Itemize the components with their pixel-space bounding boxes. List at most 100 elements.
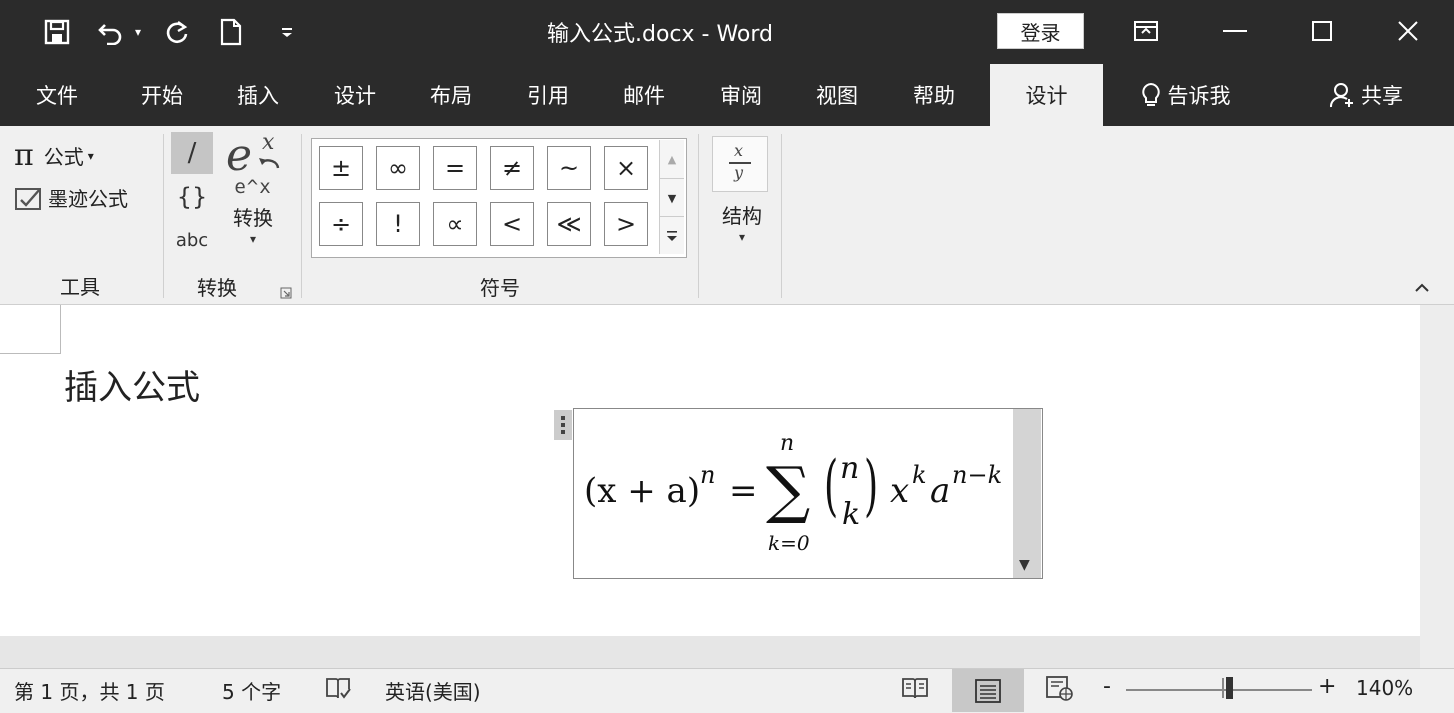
share-button[interactable]: 共享	[1318, 64, 1414, 126]
linear-format-button[interactable]: {}	[171, 178, 213, 216]
convert-equation-icon: e x	[226, 130, 284, 180]
convert-button[interactable]: e x e^x 转换 ▾	[222, 130, 284, 260]
binomial-left-paren: (	[824, 447, 839, 524]
zoom-slider-thumb[interactable]	[1226, 677, 1233, 699]
group-divider	[163, 134, 164, 298]
group-divider	[781, 134, 782, 298]
equation-a: a	[930, 471, 951, 511]
print-layout-button[interactable]	[952, 669, 1024, 712]
title-bar: ▾ 输入公式.docx - Word 登录	[0, 0, 1454, 64]
binomial-bottom: k	[842, 497, 861, 532]
tab-equation-design[interactable]: 设计	[990, 64, 1103, 126]
web-layout-icon[interactable]	[1044, 674, 1074, 702]
symbol-proportional[interactable]: ∝	[433, 202, 477, 246]
login-button[interactable]: 登录	[997, 13, 1084, 49]
tab-review[interactable]: 审阅	[696, 64, 786, 126]
chevron-down-icon: ▾	[87, 148, 94, 163]
read-mode-icon[interactable]	[900, 674, 930, 702]
symbol-divide[interactable]: ÷	[319, 202, 363, 246]
symbol-much-less-than[interactable]: ≪	[547, 202, 591, 246]
language-indicator[interactable]: 英语(美国)	[385, 676, 481, 705]
convert-label: 转换	[233, 206, 273, 230]
ink-equation-button[interactable]: 墨迹公式	[14, 183, 128, 212]
equation-handle[interactable]	[554, 410, 572, 440]
equation-lhs-base: (x + a)	[584, 471, 701, 511]
symbol-equals[interactable]: =	[433, 146, 477, 190]
equation-options-dropdown-icon[interactable]: ▼	[1019, 557, 1030, 573]
tab-mailings[interactable]: 邮件	[599, 64, 689, 126]
scroll-up-icon[interactable]: ▲	[660, 140, 684, 178]
close-icon[interactable]	[1378, 6, 1438, 56]
tab-view[interactable]: 视图	[792, 64, 882, 126]
equation-label: 公式	[43, 145, 84, 169]
zoom-out-button[interactable]: -	[1103, 674, 1111, 699]
symbol-factorial[interactable]: !	[376, 202, 420, 246]
tab-references[interactable]: 引用	[503, 64, 593, 126]
tab-insert[interactable]: 插入	[213, 64, 303, 126]
page-gap	[0, 636, 1420, 668]
zoom-level[interactable]: 140%	[1356, 676, 1413, 700]
ribbon-display-options-icon[interactable]	[1116, 6, 1176, 56]
equation-container[interactable]: ▼ (x + a) n = n ∑ k=0 ( n k ) x k a n−k	[573, 408, 1043, 579]
tab-file[interactable]: 文件	[12, 64, 102, 126]
binomial-right-paren: )	[864, 447, 879, 524]
equation-a-exponent: n−k	[952, 461, 1003, 489]
tell-me-label: 告诉我	[1167, 84, 1231, 108]
vertical-scrollbar[interactable]	[1420, 305, 1454, 668]
window-title: 输入公式.docx - Word	[546, 22, 773, 47]
tell-me-search[interactable]: 告诉我	[1125, 64, 1245, 126]
equation-equals: =	[729, 471, 758, 511]
undo-dropdown-icon[interactable]: ▾	[128, 14, 148, 50]
professional-format-button[interactable]: /	[171, 132, 213, 174]
save-icon[interactable]	[40, 14, 74, 50]
dialog-launcher-icon[interactable]	[280, 284, 292, 299]
word-count[interactable]: 5 个字	[222, 676, 281, 705]
structures-button[interactable]: x y 结构 ▾	[706, 132, 782, 262]
chevron-down-icon: ▾	[249, 232, 257, 246]
symbols-group-label: 符号	[480, 276, 520, 300]
zoom-in-button[interactable]: +	[1318, 674, 1336, 699]
sum-lower-limit: k=0	[768, 531, 810, 555]
equation-x: x	[890, 471, 910, 511]
document-heading[interactable]: 插入公式	[64, 360, 200, 409]
symbol-greater-than[interactable]: >	[604, 202, 648, 246]
share-label: 共享	[1361, 84, 1403, 108]
new-document-icon[interactable]	[214, 14, 248, 50]
margin-corner-mark	[0, 305, 61, 354]
page-count[interactable]: 第 1 页，共 1 页	[14, 676, 165, 705]
maximize-icon[interactable]	[1292, 6, 1352, 56]
symbol-tilde[interactable]: ~	[547, 146, 591, 190]
pi-icon: π	[14, 138, 34, 173]
gallery-scrollbar[interactable]: ▲ ▼	[659, 140, 684, 254]
gallery-more-icon[interactable]	[660, 216, 684, 255]
fraction-icon: x y	[712, 136, 768, 192]
undo-icon[interactable]	[95, 14, 129, 50]
redo-icon[interactable]	[160, 14, 194, 50]
symbol-plus-minus[interactable]: ±	[319, 146, 363, 190]
symbol-less-than[interactable]: <	[490, 202, 534, 246]
tab-design[interactable]: 设计	[310, 64, 400, 126]
ink-equation-label: 墨迹公式	[48, 187, 128, 211]
equation-lhs: (x + a)	[584, 471, 700, 511]
customize-toolbar-icon[interactable]	[270, 14, 304, 50]
group-divider	[301, 134, 302, 298]
scroll-down-icon[interactable]: ▼	[660, 178, 684, 217]
equation-button[interactable]: π 公式 ▾	[14, 138, 94, 173]
symbol-times[interactable]: ×	[604, 146, 648, 190]
equation-x-exponent: k	[912, 461, 927, 489]
zoom-slider-track[interactable]	[1126, 689, 1312, 691]
symbol-infinity[interactable]: ∞	[376, 146, 420, 190]
tab-help[interactable]: 帮助	[889, 64, 979, 126]
minimize-icon[interactable]	[1205, 6, 1265, 56]
ink-equation-icon	[15, 187, 41, 210]
proofing-icon[interactable]	[324, 674, 352, 702]
convert-caption: e^x	[234, 176, 272, 198]
normal-text-button[interactable]: abc	[171, 224, 213, 256]
tab-layout[interactable]: 布局	[406, 64, 496, 126]
zoom-slider-center-mark	[1222, 678, 1224, 698]
tab-home[interactable]: 开始	[117, 64, 207, 126]
equation-options-bar[interactable]: ▼	[1013, 409, 1041, 578]
tools-group-label: 工具	[60, 275, 100, 299]
collapse-ribbon-icon[interactable]	[1410, 278, 1434, 298]
symbol-not-equal[interactable]: ≠	[490, 146, 534, 190]
